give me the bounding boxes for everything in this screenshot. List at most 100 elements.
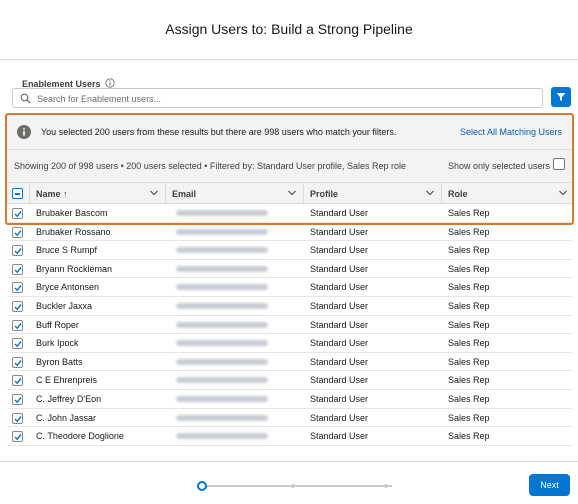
- checkmark-icon: [14, 322, 22, 329]
- table-row[interactable]: Bruce S Rumpf Standard User Sales Rep: [7, 241, 572, 260]
- table-row[interactable]: Bryann Rockleman Standard User Sales Rep: [7, 260, 572, 279]
- table-row[interactable]: C. Jeffrey D'Eon Standard User Sales Rep: [7, 390, 572, 409]
- cell-role: Sales Rep: [448, 263, 490, 274]
- cell-name: C. Theodore Doglione: [36, 431, 124, 442]
- cell-profile: Standard User: [310, 208, 369, 218]
- cell-profile: Standard User: [310, 319, 369, 330]
- cell-name: C E Ehrenpreis: [36, 375, 98, 386]
- cell-profile: Standard User: [310, 245, 369, 256]
- row-checkbox[interactable]: [12, 431, 23, 443]
- cell-name: Buff Roper: [36, 319, 79, 330]
- info-icon: [17, 125, 31, 139]
- table-row[interactable]: Brubaker Bascom Standard User Sales Rep: [7, 204, 572, 223]
- cell-profile: Standard User: [310, 226, 369, 237]
- cell-role: Sales Rep: [448, 245, 490, 256]
- chevron-down-icon[interactable]: [150, 190, 158, 196]
- table-body: Brubaker Bascom Standard User Sales Rep Bru…: [7, 204, 572, 446]
- column-header-email[interactable]: Email: [165, 183, 303, 204]
- info-icon[interactable]: [105, 78, 115, 88]
- chevron-down-icon[interactable]: [426, 190, 434, 196]
- table-row[interactable]: C. John Jassar Standard User Sales Rep: [7, 409, 572, 428]
- row-checkbox[interactable]: [12, 208, 23, 219]
- checkmark-icon: [14, 359, 22, 366]
- selection-banner: You selected 200 users from these result…: [7, 115, 572, 150]
- cell-role: Sales Rep: [448, 226, 490, 237]
- table-row[interactable]: Byron Batts Standard User Sales Rep: [7, 353, 572, 372]
- cell-role: Sales Rep: [448, 393, 490, 404]
- chevron-down-icon[interactable]: [288, 190, 296, 196]
- cell-profile: Standard User: [310, 412, 369, 423]
- column-header-profile[interactable]: Profile: [303, 183, 441, 204]
- row-checkbox[interactable]: [12, 375, 23, 387]
- cell-role: Sales Rep: [448, 300, 490, 311]
- row-checkbox[interactable]: [12, 263, 23, 275]
- cell-role: Sales Rep: [448, 431, 490, 442]
- column-header-role[interactable]: Role: [441, 183, 572, 204]
- row-checkbox[interactable]: [12, 282, 23, 294]
- cell-profile: Standard User: [310, 375, 369, 386]
- cell-profile: Standard User: [310, 300, 369, 311]
- dialog-footer: Next: [0, 461, 578, 504]
- cell-email-redacted: [176, 377, 268, 384]
- dialog-title: Assign Users to: Build a Strong Pipeline: [165, 21, 413, 37]
- table-row[interactable]: Brubaker Rossano Standard User Sales Rep: [7, 223, 572, 242]
- cell-role: Sales Rep: [448, 412, 490, 423]
- checkmark-icon: [14, 434, 22, 441]
- row-checkbox[interactable]: [12, 319, 23, 331]
- search-icon: [20, 93, 31, 104]
- row-checkbox[interactable]: [12, 245, 23, 257]
- table-row[interactable]: Buckler Jaxxa Standard User Sales Rep: [7, 297, 572, 316]
- checkmark-icon: [14, 266, 22, 274]
- filter-button[interactable]: [551, 87, 571, 107]
- cell-email-redacted: [176, 210, 268, 216]
- cell-name: Brubaker Rossano: [36, 226, 111, 237]
- chevron-down-icon[interactable]: [559, 190, 567, 196]
- progress-step[interactable]: [384, 484, 388, 488]
- cell-profile: Standard User: [310, 393, 369, 404]
- column-header-name[interactable]: Name ↑: [29, 183, 165, 204]
- cell-role: Sales Rep: [448, 375, 490, 386]
- checkmark-icon: [14, 415, 22, 422]
- row-checkbox[interactable]: [12, 356, 23, 368]
- cell-email-redacted: [176, 395, 268, 402]
- progress-step-current[interactable]: [197, 481, 207, 491]
- summary-text: Showing 200 of 998 users • 200 users sel…: [14, 161, 407, 171]
- column-label-email: Email: [172, 189, 197, 199]
- dialog-header: Assign Users to: Build a Strong Pipeline: [0, 0, 578, 60]
- row-checkbox[interactable]: [12, 393, 23, 405]
- checkmark-icon: [14, 229, 22, 236]
- cell-email-redacted: [176, 265, 268, 272]
- cell-email-redacted: [176, 284, 268, 291]
- row-checkbox[interactable]: [12, 226, 23, 238]
- row-checkbox[interactable]: [12, 338, 23, 350]
- cell-email-redacted: [176, 247, 268, 254]
- cell-name: Burk Ipock: [36, 338, 79, 349]
- next-button[interactable]: Next: [529, 474, 570, 496]
- filter-icon: [556, 93, 566, 101]
- search-placeholder: Search for Enablement users...: [37, 94, 162, 104]
- select-all-matching-link[interactable]: Select All Matching Users: [460, 127, 562, 137]
- cell-name: C. John Jassar: [36, 412, 97, 423]
- cell-name: C. Jeffrey D'Eon: [36, 393, 102, 404]
- table-row[interactable]: Burk Ipock Standard User Sales Rep: [7, 334, 572, 353]
- select-all-column: [7, 183, 29, 204]
- checkmark-icon: [14, 211, 22, 218]
- table-header: Name ↑ Email Profile Role: [7, 182, 572, 204]
- table-row[interactable]: Bryce Antonsen Standard User Sales Rep: [7, 278, 572, 297]
- checkmark-icon: [14, 248, 22, 255]
- row-checkbox[interactable]: [12, 412, 23, 424]
- row-checkbox[interactable]: [12, 300, 23, 312]
- cell-name: Byron Batts: [36, 356, 83, 367]
- table-row[interactable]: C. Theodore Doglione Standard User Sales R…: [7, 427, 572, 446]
- show-selected-checkbox[interactable]: [553, 158, 565, 170]
- cell-profile: Standard User: [310, 431, 369, 442]
- progress-track: [207, 485, 392, 487]
- progress-step[interactable]: [291, 484, 295, 488]
- cell-profile: Standard User: [310, 282, 369, 293]
- select-all-checkbox[interactable]: [12, 188, 23, 199]
- table-row[interactable]: C E Ehrenpreis Standard User Sales Rep: [7, 371, 572, 390]
- table-row[interactable]: Buff Roper Standard User Sales Rep: [7, 316, 572, 335]
- search-input[interactable]: Search for Enablement users...: [12, 88, 543, 108]
- progress-indicator: [197, 481, 392, 491]
- cell-email-redacted: [176, 302, 268, 309]
